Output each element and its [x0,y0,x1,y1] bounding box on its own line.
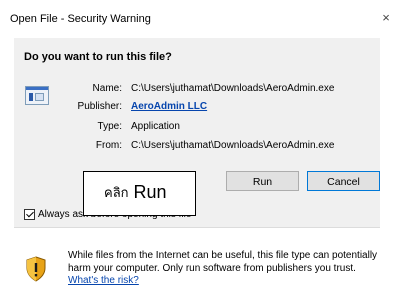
title-bar: Open File - Security Warning × [0,0,394,38]
name-value: C:\Users\juthamat\Downloads\AeroAdmin.ex… [131,83,335,94]
publisher-label: Publisher: [77,101,122,112]
name-label: Name: [92,83,122,94]
from-value: C:\Users\juthamat\Downloads\AeroAdmin.ex… [131,140,335,151]
always-ask-checkbox[interactable] [24,209,35,220]
callout-prefix: คลิก [104,185,129,200]
publisher-link[interactable]: AeroAdmin LLC [131,101,207,112]
instruction-callout: คลิก Run [83,171,196,216]
divider [14,227,380,228]
close-icon[interactable]: × [378,10,394,26]
callout-text: คลิก Run [104,182,167,203]
run-button[interactable]: Run [226,171,299,191]
question-heading: Do you want to run this file? [24,51,172,63]
from-label: From: [95,140,122,151]
window-title: Open File - Security Warning [10,13,151,25]
cancel-button[interactable]: Cancel [307,171,380,191]
type-label: Type: [97,121,122,132]
type-value: Application [131,121,180,132]
callout-run-word: Run [133,182,167,202]
content-panel [14,38,380,227]
whats-the-risk-link[interactable]: What's the risk? [68,275,139,286]
shield-warning-icon [26,256,46,282]
warning-text: While files from the Internet can be use… [68,250,378,274]
